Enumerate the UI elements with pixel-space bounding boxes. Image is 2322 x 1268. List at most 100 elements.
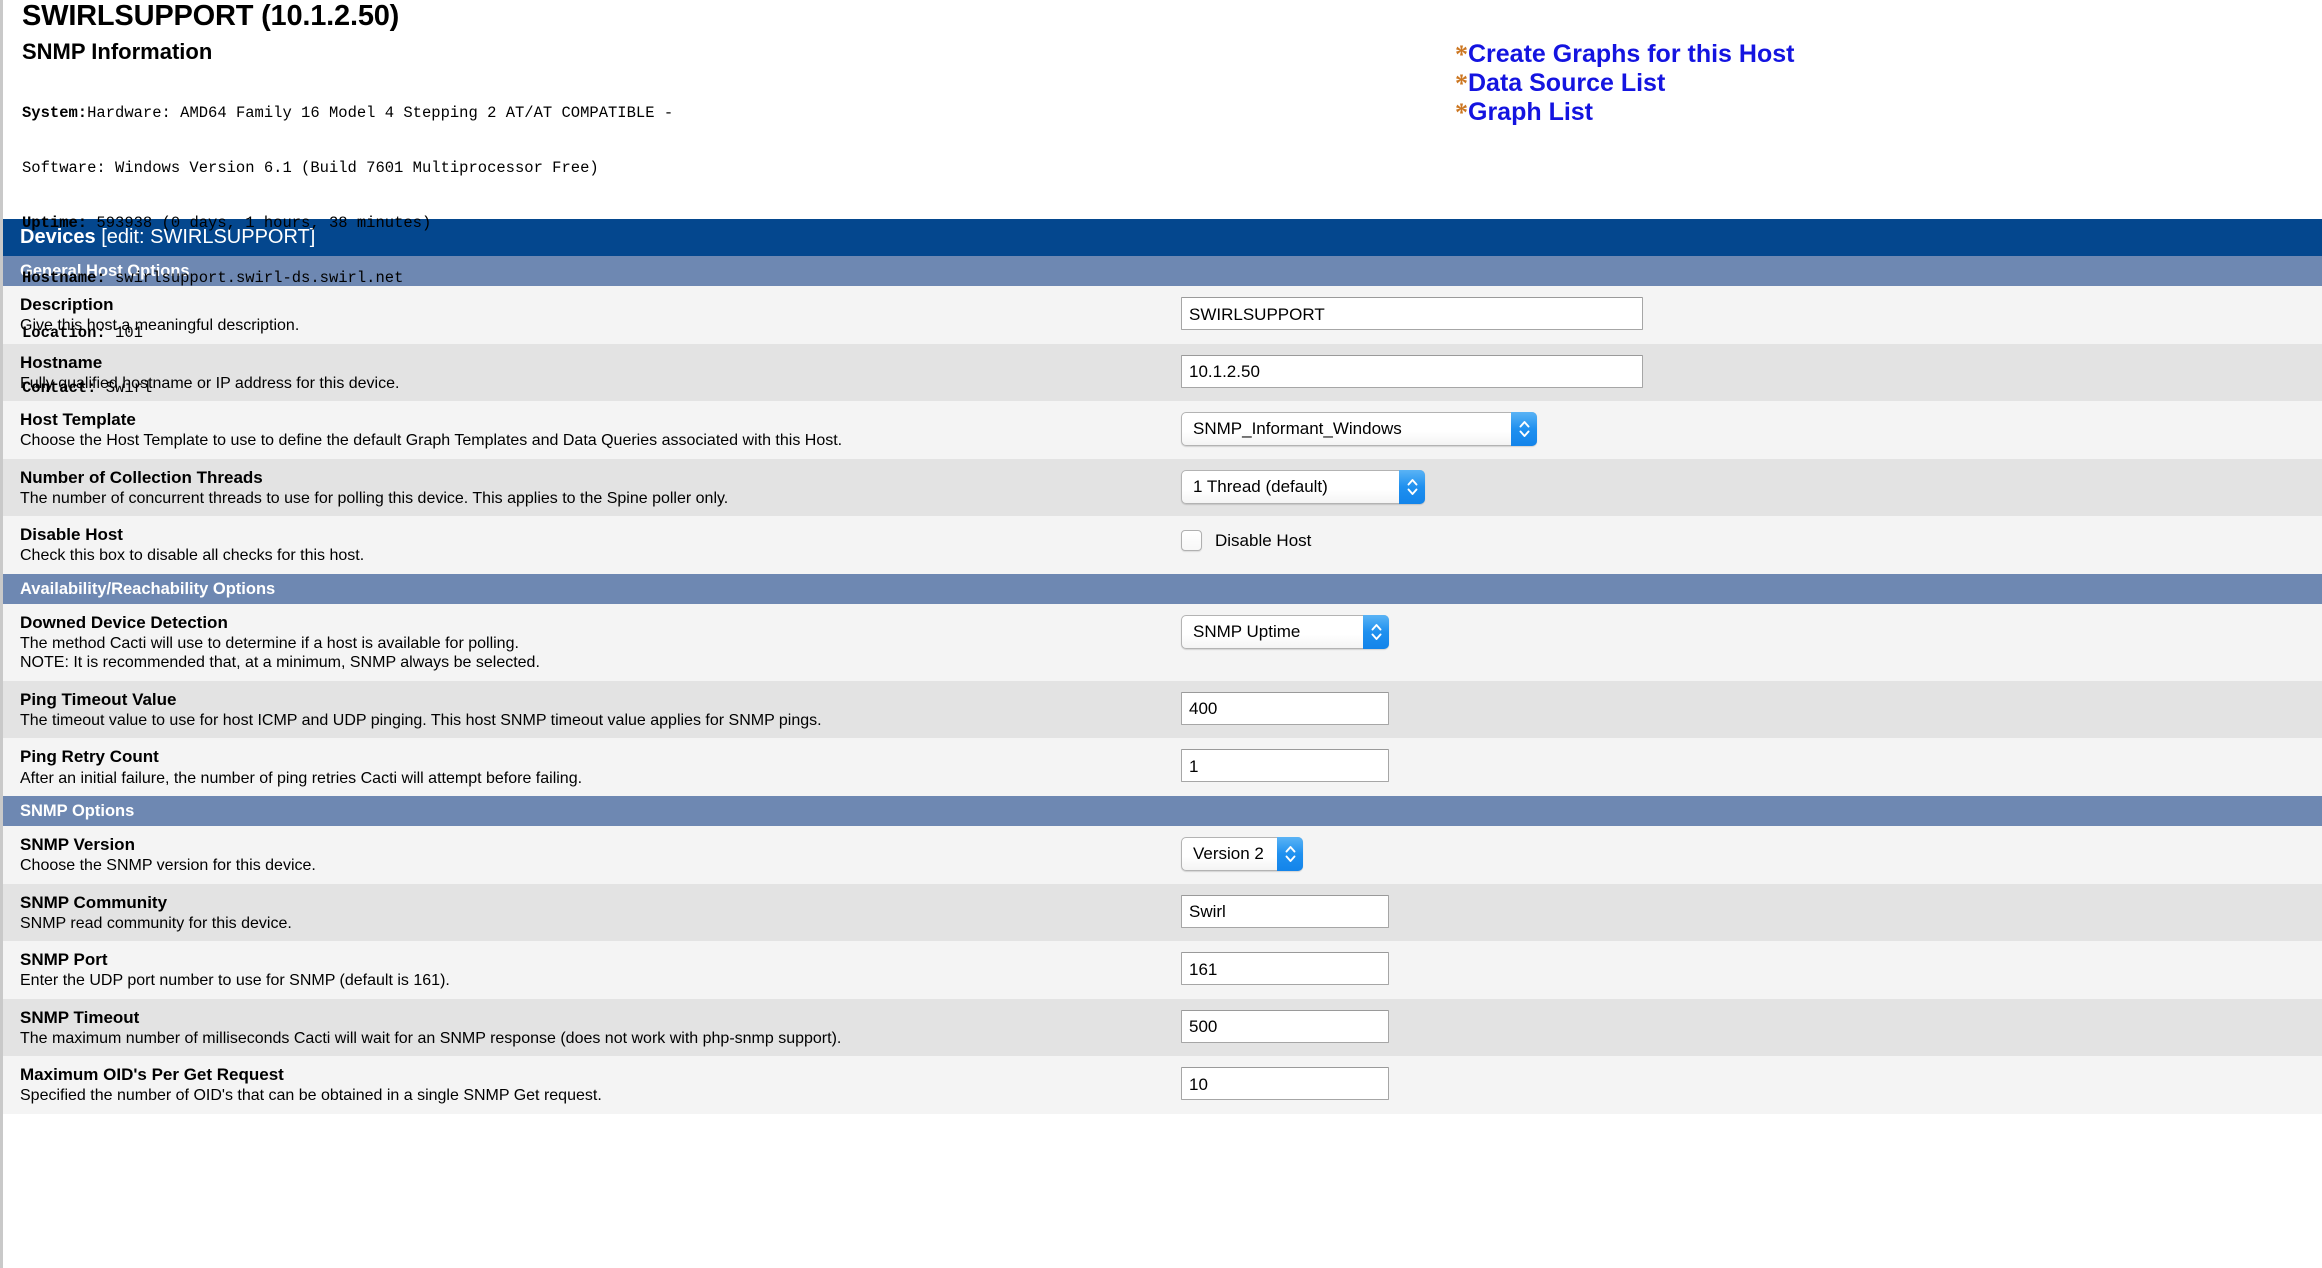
snmp-timeout-label: SNMP Timeout	[20, 1007, 140, 1027]
create-graphs-link-label: Create Graphs for this Host	[1468, 40, 1795, 68]
row-field-cell: Disable Host	[1181, 525, 2322, 552]
row-max-oids: Maximum OID's Per Get Request Specified …	[3, 1056, 2322, 1114]
asterisk-icon: *	[1455, 69, 1468, 99]
disable-host-checkbox[interactable]	[1181, 530, 1202, 552]
snmp-info-key: Uptime:	[22, 213, 88, 232]
ping-retry-label: Ping Retry Count	[20, 747, 159, 767]
row-label-cell: SNMP Port Enter the UDP port number to u…	[20, 950, 1181, 991]
snmp-info-line: Uptime: 593938 (0 days, 1 hours, 38 minu…	[22, 214, 2322, 232]
row-field-cell: Version 2	[1181, 835, 2322, 872]
snmp-info-line: Hostname: swirlsupport.swirl-ds.swirl.ne…	[22, 269, 2322, 287]
collection-threads-help-text: The number of concurrent threads to use …	[20, 489, 729, 507]
snmp-info-line: System:Hardware: AMD64 Family 16 Model 4…	[22, 104, 2322, 122]
host-template-select[interactable]: SNMP_Informant_Windows	[1181, 412, 1537, 447]
snmp-port-input[interactable]	[1181, 952, 1389, 986]
ping-retry-input[interactable]	[1181, 749, 1389, 783]
host-info-panel: SWIRLSUPPORT (10.1.2.50) SNMP Informatio…	[3, 0, 2322, 398]
collection-threads-select[interactable]: 1 Thread (default)	[1181, 469, 1425, 504]
snmp-community-label: SNMP Community	[20, 892, 168, 912]
asterisk-icon: *	[1455, 40, 1468, 69]
snmp-info-line: Contact: Swirl	[22, 379, 2322, 397]
snmp-info-line: Location: 101	[22, 324, 2322, 342]
data-source-list-link-label: Data Source List	[1468, 69, 1666, 98]
row-label-cell: Number of Collection Threads The number …	[20, 468, 1181, 509]
snmp-info-value: Software: Windows Version 6.1 (Build 760…	[22, 158, 599, 177]
row-field-cell	[1181, 950, 2322, 986]
stepper-updown-icon	[1511, 412, 1537, 447]
section-header-availability-options: Availability/Reachability Options	[3, 573, 2322, 604]
collection-threads-select-value: 1 Thread (default)	[1193, 476, 1328, 496]
ping-timeout-label: Ping Timeout Value	[20, 689, 177, 709]
host-template-select-value: SNMP_Informant_Windows	[1193, 419, 1402, 439]
row-label-cell: Ping Timeout Value The timeout value to …	[20, 690, 1181, 731]
snmp-version-select[interactable]: Version 2	[1181, 837, 1303, 872]
snmp-info-value: 101	[105, 324, 143, 343]
graph-list-link-label: Graph List	[1468, 98, 1594, 127]
snmp-info-value: Swirl	[96, 379, 153, 398]
ping-retry-help-text: After an initial failure, the number of …	[20, 769, 583, 787]
row-snmp-timeout: SNMP Timeout The maximum number of milli…	[3, 998, 2322, 1057]
stepper-updown-icon	[1277, 837, 1303, 872]
disable-host-checkbox-label: Disable Host	[1215, 530, 1312, 550]
snmp-info-key: Location:	[22, 324, 106, 343]
page-title: SWIRLSUPPORT (10.1.2.50)	[22, 0, 400, 32]
max-oids-input[interactable]	[1181, 1067, 1389, 1101]
max-oids-label: Maximum OID's Per Get Request	[20, 1065, 284, 1085]
downed-device-detection-label: Downed Device Detection	[20, 612, 228, 632]
snmp-community-input[interactable]	[1181, 894, 1389, 928]
snmp-info-key: Contact:	[22, 379, 97, 398]
row-ping-retry: Ping Retry Count After an initial failur…	[3, 738, 2322, 797]
stepper-updown-icon	[1399, 469, 1425, 504]
snmp-timeout-help-text: The maximum number of milliseconds Cacti…	[20, 1029, 842, 1047]
ping-timeout-input[interactable]	[1181, 691, 1389, 725]
row-label-cell: SNMP Version Choose the SNMP version for…	[20, 835, 1181, 876]
host-action-links: *Create Graphs for this Host *Data Sourc…	[1455, 40, 1794, 127]
create-graphs-link[interactable]: *Create Graphs for this Host	[1455, 40, 1794, 69]
row-field-cell: SNMP Uptime	[1181, 613, 2322, 649]
disable-host-checkbox-group[interactable]: Disable Host	[1181, 527, 2322, 552]
stepper-updown-icon	[1363, 614, 1389, 649]
collection-threads-label: Number of Collection Threads	[20, 467, 263, 487]
row-field-cell	[1181, 747, 2322, 783]
max-oids-help-text: Specified the number of OID's that can b…	[20, 1087, 602, 1105]
data-source-list-link[interactable]: *Data Source List	[1455, 69, 1794, 98]
snmp-community-help-text: SNMP read community for this device.	[20, 914, 292, 932]
row-collection-threads: Number of Collection Threads The number …	[3, 458, 2322, 517]
snmp-info-key: System:	[22, 103, 88, 122]
row-field-cell	[1181, 1008, 2322, 1043]
snmp-port-help-text: Enter the UDP port number to use for SNM…	[20, 972, 450, 990]
downed-device-detection-select[interactable]: SNMP Uptime	[1181, 614, 1389, 649]
downed-device-detection-help-text: The method Cacti will use to determine i…	[20, 634, 519, 652]
page-root: SWIRLSUPPORT (10.1.2.50) SNMP Informatio…	[0, 0, 2322, 1268]
row-label-cell: SNMP Timeout The maximum number of milli…	[20, 1008, 1181, 1049]
row-field-cell	[1181, 690, 2322, 725]
asterisk-icon: *	[1455, 98, 1468, 128]
graph-list-link[interactable]: *Graph List	[1455, 98, 1794, 127]
row-label-cell: Maximum OID's Per Get Request Specified …	[20, 1065, 1181, 1106]
row-label-cell: SNMP Community SNMP read community for t…	[20, 893, 1181, 934]
snmp-info-value: 593938 (0 days, 1 hours, 38 minutes)	[87, 213, 432, 232]
row-field-cell	[1181, 1065, 2322, 1101]
downed-device-detection-select-value: SNMP Uptime	[1193, 621, 1301, 641]
row-disable-host: Disable Host Check this box to disable a…	[3, 516, 2322, 574]
disable-host-help-text: Check this box to disable all checks for…	[20, 547, 365, 565]
snmp-timeout-input[interactable]	[1181, 1009, 1389, 1043]
snmp-info-key: Hostname:	[22, 269, 106, 288]
row-label-cell: Ping Retry Count After an initial failur…	[20, 747, 1181, 788]
row-field-cell	[1181, 893, 2322, 928]
snmp-info-line: Software: Windows Version 6.1 (Build 760…	[22, 159, 2322, 177]
row-ping-timeout: Ping Timeout Value The timeout value to …	[3, 680, 2322, 739]
snmp-info-value: Hardware: AMD64 Family 16 Model 4 Steppi…	[87, 103, 674, 122]
row-label-cell: Downed Device Detection The method Cacti…	[20, 613, 1181, 673]
snmp-info-value: swirlsupport.swirl-ds.swirl.net	[105, 269, 404, 288]
snmp-information-heading: SNMP Information	[22, 39, 213, 64]
snmp-port-label: SNMP Port	[20, 950, 108, 970]
row-label-cell: Disable Host Check this box to disable a…	[20, 525, 1181, 566]
snmp-information-text: System:Hardware: AMD64 Family 16 Model 4…	[22, 67, 2322, 434]
row-field-cell: 1 Thread (default)	[1181, 468, 2322, 504]
row-snmp-community: SNMP Community SNMP read community for t…	[3, 883, 2322, 942]
row-snmp-version: SNMP Version Choose the SNMP version for…	[3, 826, 2322, 884]
downed-device-detection-note: NOTE: It is recommended that, at a minim…	[20, 654, 540, 672]
snmp-version-help-text: Choose the SNMP version for this device.	[20, 857, 316, 875]
row-downed-device-detection: Downed Device Detection The method Cacti…	[3, 603, 2322, 681]
